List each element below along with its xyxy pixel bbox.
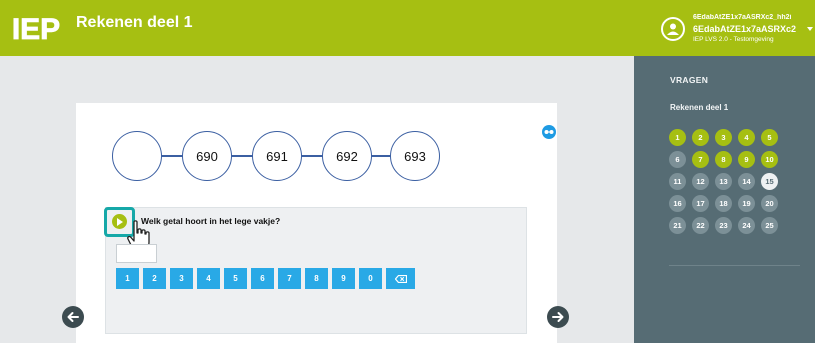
arrow-left-icon	[67, 312, 79, 322]
play-icon	[112, 214, 127, 229]
question-nav-item[interactable]: 3	[715, 129, 732, 146]
question-nav-item[interactable]: 10	[761, 151, 778, 168]
app-header: IEP Rekenen deel 1 6EdabAtZE1x7aASRXc2_h…	[0, 0, 815, 56]
question-nav-item[interactable]: 5	[761, 129, 778, 146]
panel-section-title: Rekenen deel 1	[670, 103, 729, 112]
question-nav-item[interactable]: 23	[715, 217, 732, 234]
keypad-key[interactable]: 2	[143, 268, 166, 289]
keypad-key[interactable]: 0	[359, 268, 382, 289]
question-nav-item[interactable]: 13	[715, 173, 732, 190]
questions-panel: VRAGEN Rekenen deel 1 1 2 3 4 5 6 7 8 9 10 11 12 13 1…	[634, 56, 815, 343]
question-nav-item[interactable]: 17	[692, 195, 709, 212]
environment-label: IEP LVS 2.0 - Testomgeving	[693, 36, 774, 43]
chevron-down-icon[interactable]	[807, 27, 813, 31]
answer-input[interactable]	[116, 244, 157, 263]
glasses-icon[interactable]	[542, 125, 556, 139]
keypad-key[interactable]: 5	[224, 268, 247, 289]
number-line-value: 691	[252, 131, 302, 181]
question-nav-item[interactable]: 20	[761, 195, 778, 212]
question-text: Welk getal hoort in het lege vakje?	[141, 216, 281, 226]
arrow-right-icon	[552, 312, 564, 322]
question-nav-item[interactable]: 11	[669, 173, 686, 190]
question-grid: 1 2 3 4 5 6 7 8 9 10 11 12 13 14 15 16 17 18 19 20 21 22 23 24 2…	[669, 129, 778, 234]
question-nav-item[interactable]: 8	[715, 151, 732, 168]
svg-text:IEP: IEP	[12, 13, 60, 46]
question-nav-item[interactable]: 4	[738, 129, 755, 146]
app-title: Rekenen deel 1	[76, 14, 193, 31]
previous-button[interactable]	[62, 306, 84, 328]
keypad-key[interactable]: 7	[278, 268, 301, 289]
keypad-key[interactable]: 8	[305, 268, 328, 289]
backspace-icon	[394, 274, 407, 283]
number-line: 690 691 692 693	[112, 131, 442, 181]
number-line-value: 693	[390, 131, 440, 181]
number-line-value: 690	[182, 131, 232, 181]
question-nav-item[interactable]: 21	[669, 217, 686, 234]
question-nav-item[interactable]: 25	[761, 217, 778, 234]
question-nav-item[interactable]: 19	[738, 195, 755, 212]
keypad-key[interactable]: 9	[332, 268, 355, 289]
question-nav-item[interactable]: 18	[715, 195, 732, 212]
question-nav-item[interactable]: 16	[669, 195, 686, 212]
user-menu[interactable]: 6EdabAtZE1x7aASRXc2_hh2i 6EdabAtZE1x7aAS…	[655, 0, 815, 56]
number-keypad: 1234567890	[116, 268, 415, 289]
question-nav-item[interactable]: 9	[738, 151, 755, 168]
keypad-key[interactable]: 1	[116, 268, 139, 289]
user-avatar-icon	[661, 17, 685, 41]
iep-logo: IEP	[5, 8, 67, 48]
next-button[interactable]	[547, 306, 569, 328]
number-line-blank	[112, 131, 162, 181]
keypad-key[interactable]: 4	[197, 268, 220, 289]
question-nav-item[interactable]: 6	[669, 151, 686, 168]
question-nav-item[interactable]: 2	[692, 129, 709, 146]
keypad-key[interactable]: 3	[170, 268, 193, 289]
keypad-backspace-button[interactable]	[386, 268, 415, 289]
question-nav-item[interactable]: 22	[692, 217, 709, 234]
user-id-line: 6EdabAtZE1x7aASRXc2_hh2i	[693, 14, 792, 21]
question-nav-item[interactable]: 24	[738, 217, 755, 234]
user-name: 6EdabAtZE1x7aASRXc2	[693, 24, 797, 34]
question-nav-item[interactable]: 14	[738, 173, 755, 190]
number-line-value: 692	[322, 131, 372, 181]
panel-divider	[669, 265, 800, 266]
question-nav-item[interactable]: 12	[692, 173, 709, 190]
panel-heading: VRAGEN	[670, 75, 709, 85]
question-nav-item[interactable]: 7	[692, 151, 709, 168]
question-nav-item[interactable]: 1	[669, 129, 686, 146]
keypad-key[interactable]: 6	[251, 268, 274, 289]
question-nav-item[interactable]: 15	[761, 173, 778, 190]
